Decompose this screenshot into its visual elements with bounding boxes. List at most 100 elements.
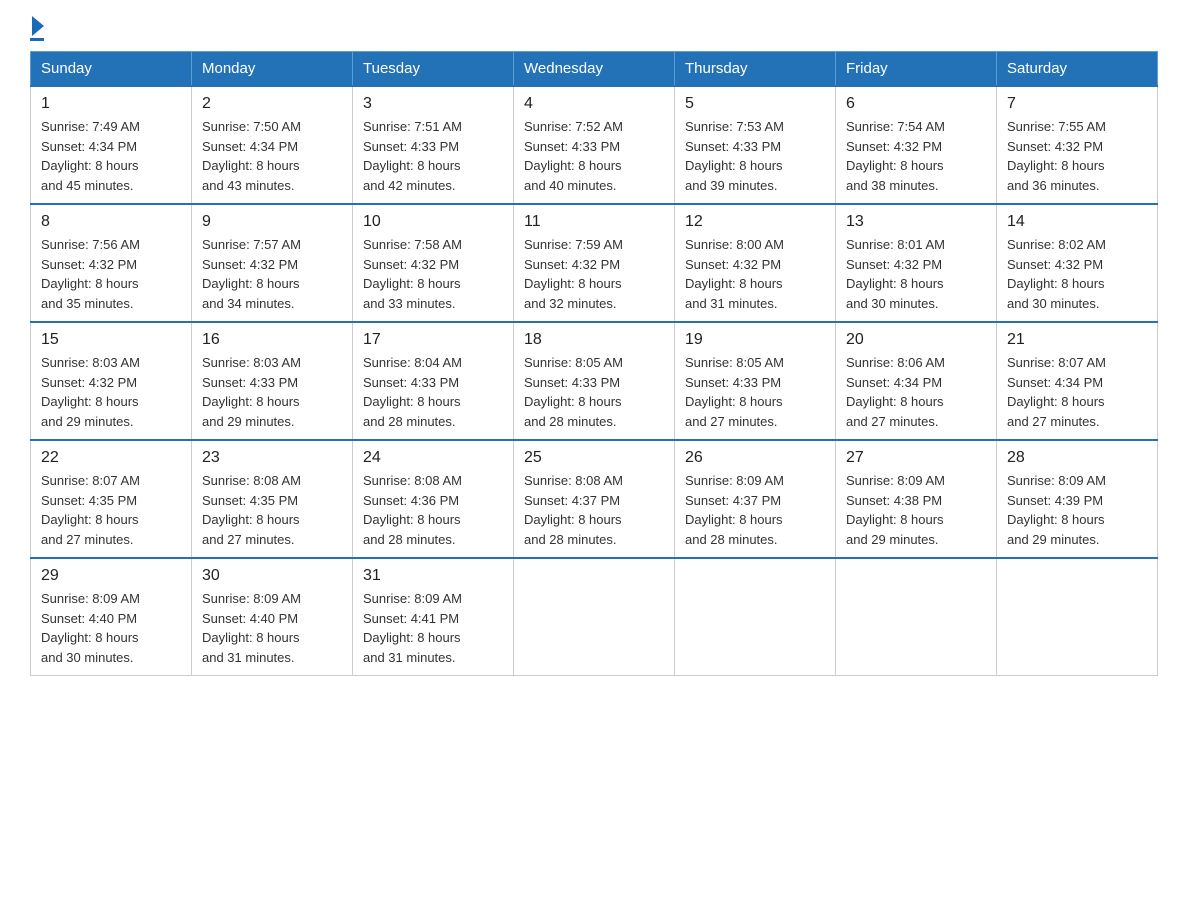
day-info: Sunrise: 8:09 AMSunset: 4:37 PMDaylight:… [685, 471, 825, 549]
calendar-cell: 1 Sunrise: 7:49 AMSunset: 4:34 PMDayligh… [31, 86, 192, 204]
day-number: 22 [41, 449, 181, 467]
day-number: 14 [1007, 213, 1147, 231]
day-info: Sunrise: 8:06 AMSunset: 4:34 PMDaylight:… [846, 353, 986, 431]
day-info: Sunrise: 8:05 AMSunset: 4:33 PMDaylight:… [685, 353, 825, 431]
calendar-header-wednesday: Wednesday [514, 52, 675, 87]
calendar-cell: 9 Sunrise: 7:57 AMSunset: 4:32 PMDayligh… [192, 204, 353, 322]
day-info: Sunrise: 7:49 AMSunset: 4:34 PMDaylight:… [41, 117, 181, 195]
day-number: 13 [846, 213, 986, 231]
day-number: 2 [202, 95, 342, 113]
calendar-cell [675, 558, 836, 676]
calendar-cell: 27 Sunrise: 8:09 AMSunset: 4:38 PMDaylig… [836, 440, 997, 558]
calendar-cell [514, 558, 675, 676]
calendar-cell: 14 Sunrise: 8:02 AMSunset: 4:32 PMDaylig… [997, 204, 1158, 322]
calendar-header-thursday: Thursday [675, 52, 836, 87]
day-number: 15 [41, 331, 181, 349]
calendar-week-row: 29 Sunrise: 8:09 AMSunset: 4:40 PMDaylig… [31, 558, 1158, 676]
day-number: 5 [685, 95, 825, 113]
calendar-cell: 16 Sunrise: 8:03 AMSunset: 4:33 PMDaylig… [192, 322, 353, 440]
calendar-cell: 10 Sunrise: 7:58 AMSunset: 4:32 PMDaylig… [353, 204, 514, 322]
calendar-cell [836, 558, 997, 676]
calendar-cell: 23 Sunrise: 8:08 AMSunset: 4:35 PMDaylig… [192, 440, 353, 558]
day-number: 25 [524, 449, 664, 467]
day-number: 19 [685, 331, 825, 349]
calendar-header-tuesday: Tuesday [353, 52, 514, 87]
day-number: 20 [846, 331, 986, 349]
day-number: 10 [363, 213, 503, 231]
calendar-cell: 25 Sunrise: 8:08 AMSunset: 4:37 PMDaylig… [514, 440, 675, 558]
day-info: Sunrise: 8:05 AMSunset: 4:33 PMDaylight:… [524, 353, 664, 431]
day-info: Sunrise: 7:52 AMSunset: 4:33 PMDaylight:… [524, 117, 664, 195]
day-info: Sunrise: 8:02 AMSunset: 4:32 PMDaylight:… [1007, 235, 1147, 313]
day-number: 24 [363, 449, 503, 467]
calendar-table: SundayMondayTuesdayWednesdayThursdayFrid… [30, 51, 1158, 676]
day-number: 18 [524, 331, 664, 349]
day-info: Sunrise: 8:01 AMSunset: 4:32 PMDaylight:… [846, 235, 986, 313]
day-info: Sunrise: 8:09 AMSunset: 4:40 PMDaylight:… [41, 589, 181, 667]
logo [30, 20, 44, 41]
day-number: 30 [202, 567, 342, 585]
day-info: Sunrise: 8:09 AMSunset: 4:38 PMDaylight:… [846, 471, 986, 549]
calendar-header-row: SundayMondayTuesdayWednesdayThursdayFrid… [31, 52, 1158, 87]
calendar-header-sunday: Sunday [31, 52, 192, 87]
calendar-cell [997, 558, 1158, 676]
day-number: 1 [41, 95, 181, 113]
calendar-week-row: 8 Sunrise: 7:56 AMSunset: 4:32 PMDayligh… [31, 204, 1158, 322]
day-info: Sunrise: 8:07 AMSunset: 4:34 PMDaylight:… [1007, 353, 1147, 431]
day-number: 27 [846, 449, 986, 467]
day-number: 17 [363, 331, 503, 349]
day-info: Sunrise: 8:09 AMSunset: 4:41 PMDaylight:… [363, 589, 503, 667]
calendar-cell: 30 Sunrise: 8:09 AMSunset: 4:40 PMDaylig… [192, 558, 353, 676]
day-info: Sunrise: 7:54 AMSunset: 4:32 PMDaylight:… [846, 117, 986, 195]
calendar-cell: 20 Sunrise: 8:06 AMSunset: 4:34 PMDaylig… [836, 322, 997, 440]
calendar-cell: 17 Sunrise: 8:04 AMSunset: 4:33 PMDaylig… [353, 322, 514, 440]
calendar-cell: 6 Sunrise: 7:54 AMSunset: 4:32 PMDayligh… [836, 86, 997, 204]
day-number: 31 [363, 567, 503, 585]
day-number: 7 [1007, 95, 1147, 113]
calendar-cell: 4 Sunrise: 7:52 AMSunset: 4:33 PMDayligh… [514, 86, 675, 204]
calendar-cell: 22 Sunrise: 8:07 AMSunset: 4:35 PMDaylig… [31, 440, 192, 558]
calendar-header-monday: Monday [192, 52, 353, 87]
day-number: 9 [202, 213, 342, 231]
calendar-cell: 5 Sunrise: 7:53 AMSunset: 4:33 PMDayligh… [675, 86, 836, 204]
calendar-cell: 29 Sunrise: 8:09 AMSunset: 4:40 PMDaylig… [31, 558, 192, 676]
day-number: 28 [1007, 449, 1147, 467]
day-info: Sunrise: 8:04 AMSunset: 4:33 PMDaylight:… [363, 353, 503, 431]
day-info: Sunrise: 8:08 AMSunset: 4:37 PMDaylight:… [524, 471, 664, 549]
day-info: Sunrise: 7:53 AMSunset: 4:33 PMDaylight:… [685, 117, 825, 195]
day-info: Sunrise: 7:51 AMSunset: 4:33 PMDaylight:… [363, 117, 503, 195]
calendar-cell: 24 Sunrise: 8:08 AMSunset: 4:36 PMDaylig… [353, 440, 514, 558]
day-number: 16 [202, 331, 342, 349]
day-number: 26 [685, 449, 825, 467]
logo-triangle-icon [32, 16, 44, 36]
day-info: Sunrise: 8:07 AMSunset: 4:35 PMDaylight:… [41, 471, 181, 549]
day-info: Sunrise: 8:09 AMSunset: 4:39 PMDaylight:… [1007, 471, 1147, 549]
day-info: Sunrise: 8:03 AMSunset: 4:32 PMDaylight:… [41, 353, 181, 431]
calendar-cell: 11 Sunrise: 7:59 AMSunset: 4:32 PMDaylig… [514, 204, 675, 322]
day-number: 29 [41, 567, 181, 585]
day-info: Sunrise: 7:50 AMSunset: 4:34 PMDaylight:… [202, 117, 342, 195]
day-number: 21 [1007, 331, 1147, 349]
calendar-cell: 13 Sunrise: 8:01 AMSunset: 4:32 PMDaylig… [836, 204, 997, 322]
calendar-cell: 7 Sunrise: 7:55 AMSunset: 4:32 PMDayligh… [997, 86, 1158, 204]
page-header [30, 20, 1158, 41]
day-info: Sunrise: 7:58 AMSunset: 4:32 PMDaylight:… [363, 235, 503, 313]
calendar-cell: 8 Sunrise: 7:56 AMSunset: 4:32 PMDayligh… [31, 204, 192, 322]
day-number: 3 [363, 95, 503, 113]
day-number: 8 [41, 213, 181, 231]
day-info: Sunrise: 7:55 AMSunset: 4:32 PMDaylight:… [1007, 117, 1147, 195]
day-number: 4 [524, 95, 664, 113]
calendar-cell: 21 Sunrise: 8:07 AMSunset: 4:34 PMDaylig… [997, 322, 1158, 440]
day-number: 12 [685, 213, 825, 231]
day-info: Sunrise: 8:03 AMSunset: 4:33 PMDaylight:… [202, 353, 342, 431]
day-info: Sunrise: 8:00 AMSunset: 4:32 PMDaylight:… [685, 235, 825, 313]
calendar-week-row: 15 Sunrise: 8:03 AMSunset: 4:32 PMDaylig… [31, 322, 1158, 440]
day-number: 11 [524, 213, 664, 231]
day-number: 23 [202, 449, 342, 467]
day-number: 6 [846, 95, 986, 113]
calendar-cell: 19 Sunrise: 8:05 AMSunset: 4:33 PMDaylig… [675, 322, 836, 440]
day-info: Sunrise: 7:59 AMSunset: 4:32 PMDaylight:… [524, 235, 664, 313]
calendar-cell: 26 Sunrise: 8:09 AMSunset: 4:37 PMDaylig… [675, 440, 836, 558]
calendar-cell: 28 Sunrise: 8:09 AMSunset: 4:39 PMDaylig… [997, 440, 1158, 558]
day-info: Sunrise: 8:09 AMSunset: 4:40 PMDaylight:… [202, 589, 342, 667]
